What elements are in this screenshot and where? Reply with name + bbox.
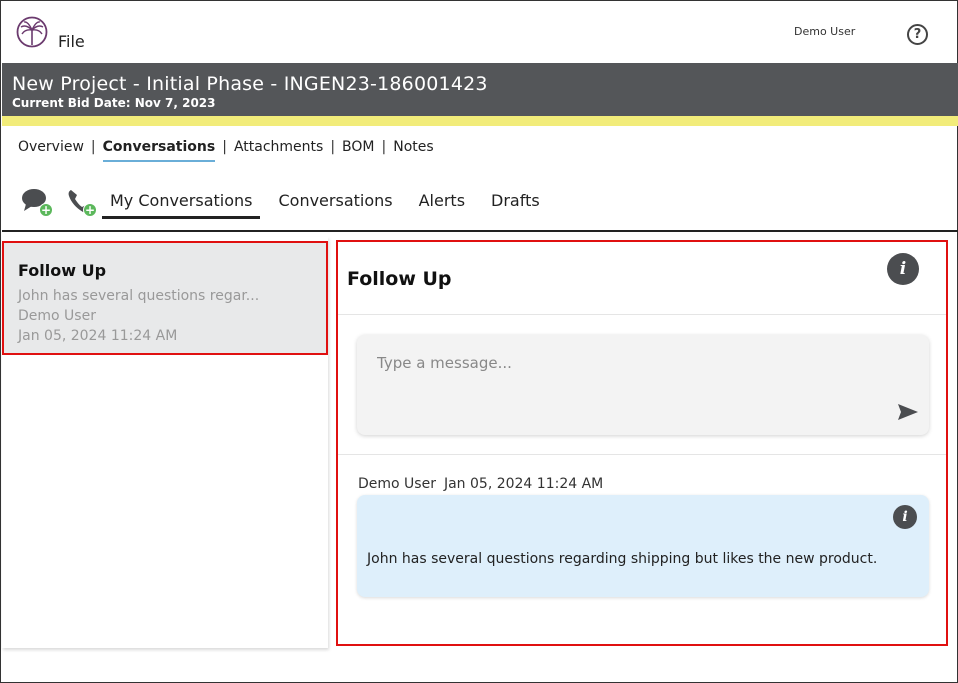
tab-drafts[interactable]: Drafts — [483, 191, 548, 219]
bid-date: Current Bid Date: Nov 7, 2023 — [12, 96, 216, 110]
add-badge-icon: + — [39, 203, 53, 217]
top-bar: File Demo User ? — [1, 1, 958, 63]
detail-title: Follow Up — [347, 268, 452, 290]
message-author: Demo User — [358, 476, 436, 492]
message-meta: Demo User Jan 05, 2024 11:24 AM — [358, 476, 603, 492]
help-icon[interactable]: ? — [907, 24, 928, 45]
message-input[interactable] — [377, 351, 877, 375]
header-accent-strip — [2, 116, 958, 126]
conversation-author: Demo User — [18, 308, 96, 324]
tab-my-conversations[interactable]: My Conversations — [102, 191, 261, 219]
info-icon[interactable]: i — [887, 253, 919, 285]
message-compose — [357, 335, 929, 435]
chat-bubbles-add-icon[interactable]: + — [21, 187, 53, 217]
conversation-tabs: My Conversations Conversations Alerts Dr… — [102, 191, 558, 219]
conversation-date: Jan 05, 2024 11:24 AM — [18, 328, 178, 344]
section-tab-conversations[interactable]: Conversations — [102, 139, 216, 162]
conversation-detail: Follow Up i Demo User Jan 05, 2024 11:24 … — [336, 240, 948, 646]
section-tab-bom[interactable]: BOM — [342, 139, 374, 155]
palm-tree-logo-icon[interactable] — [16, 16, 48, 48]
add-badge-icon: + — [83, 203, 97, 217]
nav-separator: | — [222, 139, 227, 155]
conversation-preview: John has several questions regar... — [18, 288, 260, 304]
nav-separator: | — [330, 139, 336, 155]
message-bubble: i John has several questions regarding s… — [357, 495, 929, 597]
nav-separator: | — [381, 139, 387, 155]
message-date: Jan 05, 2024 11:24 AM — [443, 476, 604, 492]
section-tab-overview[interactable]: Overview — [18, 139, 84, 155]
conversation-list-item[interactable]: Follow Up John has several questions reg… — [2, 241, 328, 355]
send-icon[interactable] — [897, 403, 919, 421]
detail-divider — [338, 314, 946, 315]
nav-separator: | — [90, 139, 96, 155]
tab-alerts[interactable]: Alerts — [411, 191, 473, 219]
project-title: New Project - Initial Phase - INGEN23-18… — [12, 73, 488, 95]
section-tab-notes[interactable]: Notes — [393, 139, 433, 155]
conversation-actions: + + — [21, 187, 97, 217]
info-icon[interactable]: i — [893, 505, 917, 529]
conversation-list: Follow Up John has several questions reg… — [2, 237, 328, 648]
file-menu[interactable]: File — [58, 32, 85, 51]
detail-divider — [338, 454, 946, 455]
tabs-divider — [2, 230, 958, 232]
tab-conversations[interactable]: Conversations — [270, 191, 400, 219]
conversation-title: Follow Up — [18, 261, 107, 280]
message-text: John has several questions regarding shi… — [367, 551, 878, 567]
phone-add-icon[interactable]: + — [65, 187, 97, 217]
project-header: New Project - Initial Phase - INGEN23-18… — [2, 63, 958, 116]
user-name[interactable]: Demo User — [794, 25, 855, 38]
section-tab-attachments[interactable]: Attachments — [234, 139, 323, 155]
section-nav: Overview | Conversations | Attachments |… — [18, 139, 434, 162]
app-frame: File Demo User ? New Project - Initial P… — [0, 0, 958, 683]
